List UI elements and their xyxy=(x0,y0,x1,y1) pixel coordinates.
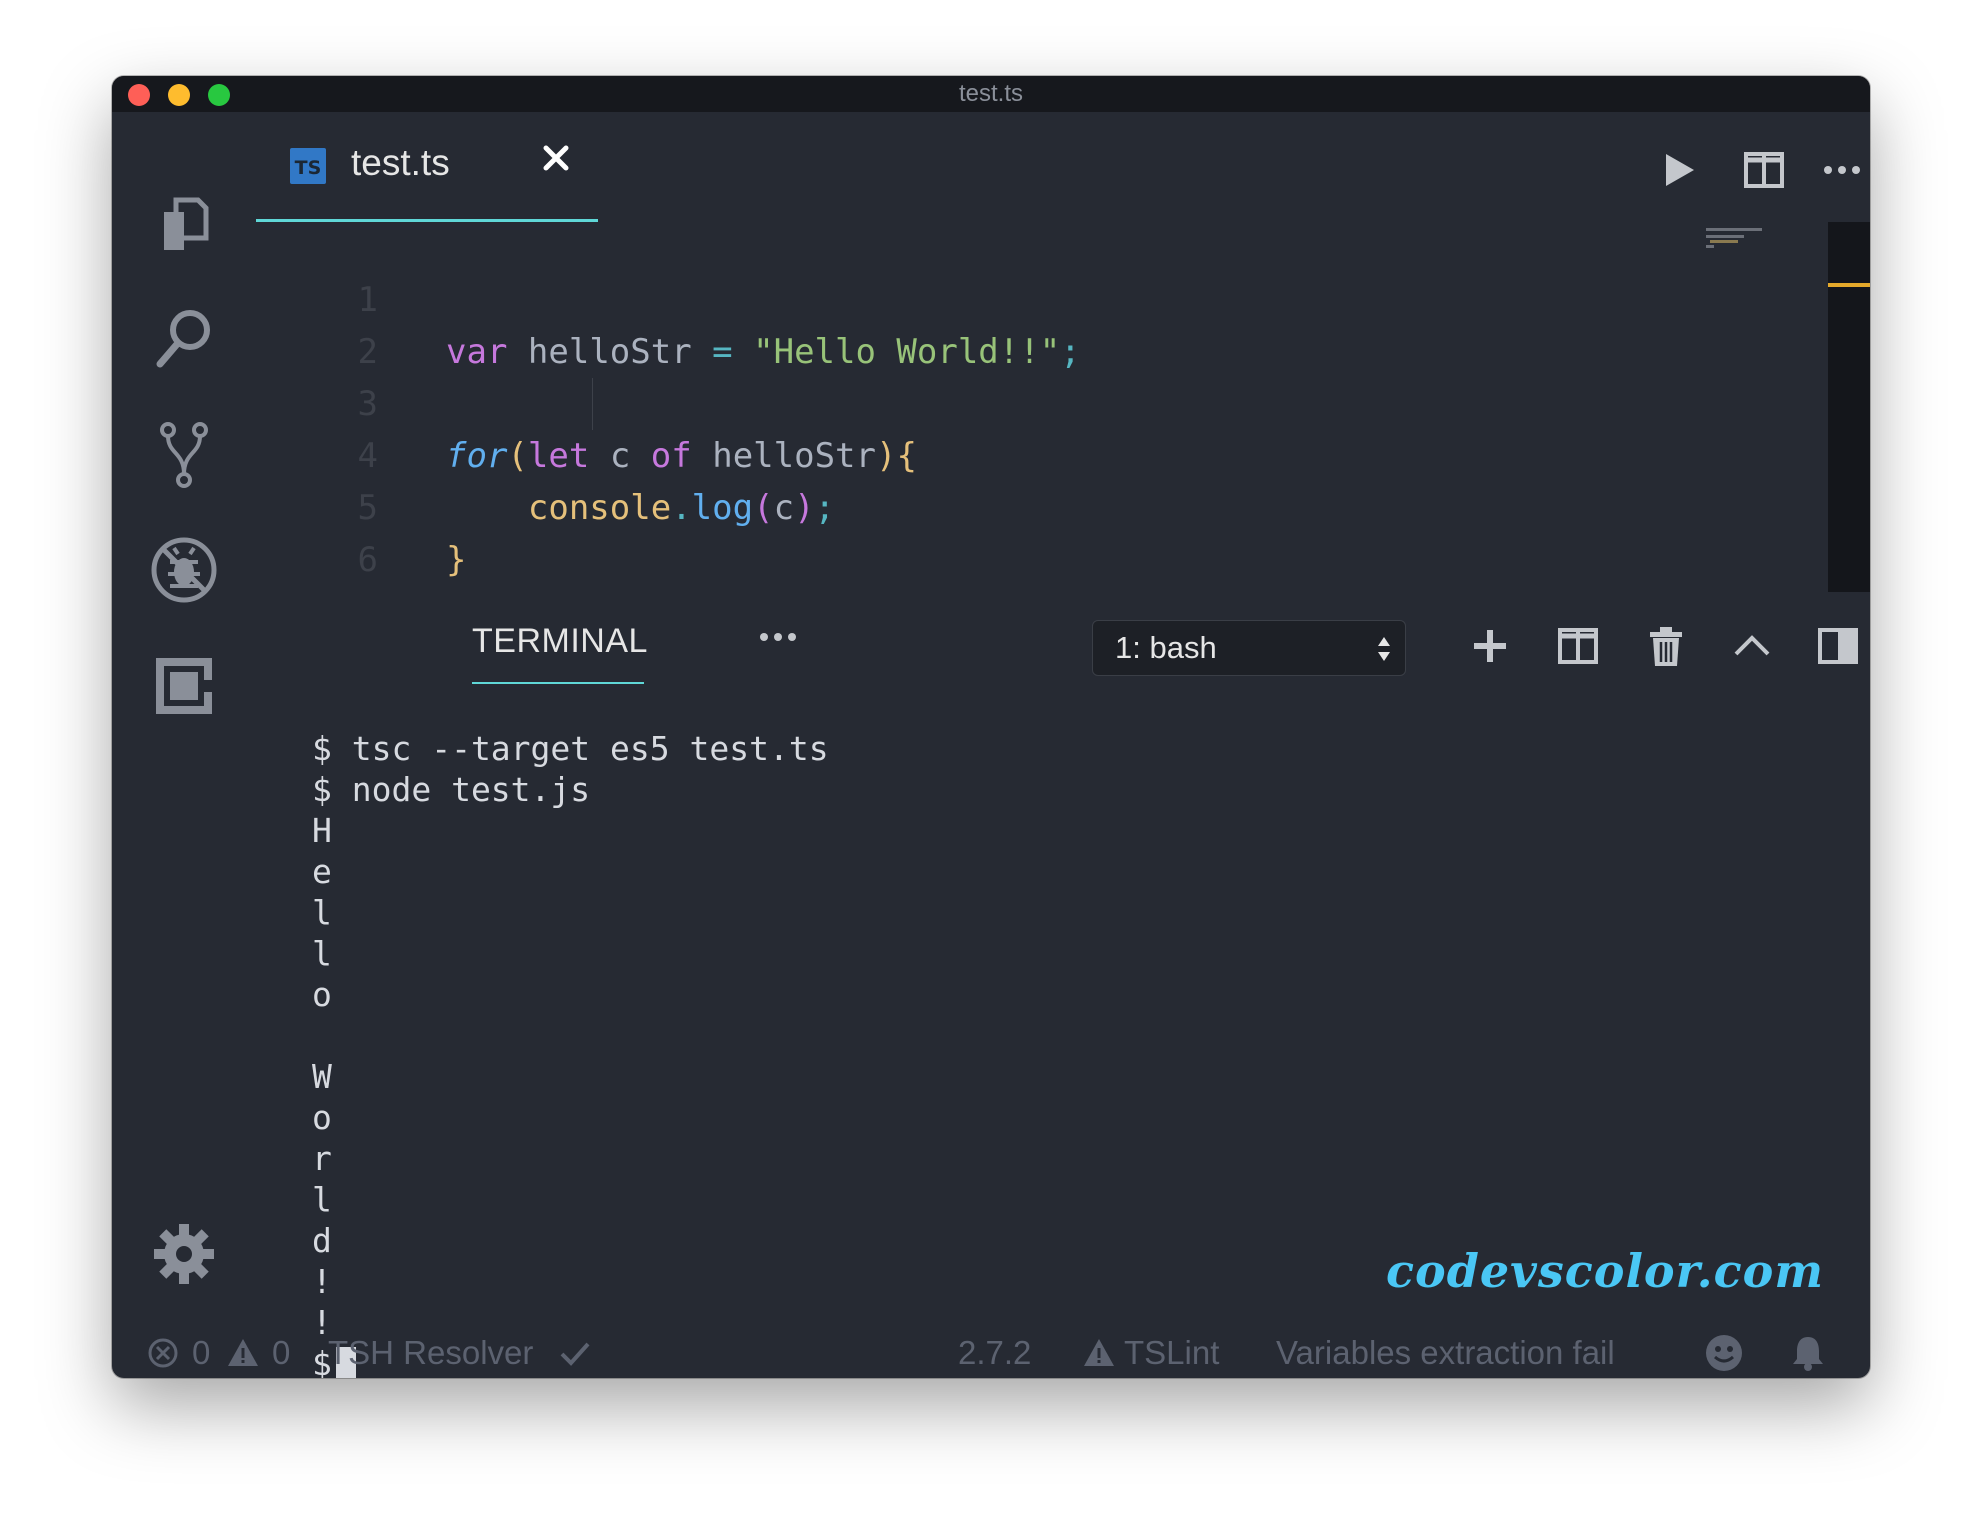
warning-icon[interactable] xyxy=(226,1336,260,1370)
maximize-window-button[interactable] xyxy=(208,84,230,106)
activity-bar xyxy=(112,112,256,1328)
terminal-line: e xyxy=(312,852,332,891)
run-icon[interactable] xyxy=(1656,148,1700,192)
search-icon[interactable] xyxy=(148,302,220,374)
line-number: 6 xyxy=(357,540,378,580)
terminal-line: o xyxy=(312,1098,332,1137)
scrollbar-marker xyxy=(1828,283,1870,287)
terminal-line: H xyxy=(312,811,332,850)
indent-guide xyxy=(592,378,593,430)
terminal-line: r xyxy=(312,1139,332,1178)
panel-header: TERMINAL 1: bash xyxy=(256,592,1870,688)
terminal-line: o xyxy=(312,975,332,1014)
code-line: 4 console.log(c); xyxy=(256,378,1756,528)
files-icon[interactable] xyxy=(148,188,220,260)
active-panel-indicator xyxy=(472,682,644,684)
editor-actions xyxy=(1610,112,1870,222)
debug-icon[interactable] xyxy=(148,534,220,606)
check-icon xyxy=(560,1342,590,1366)
warning-count[interactable]: 0 xyxy=(272,1328,290,1378)
code-line: 1 var helloStr = "Hello World!!"; xyxy=(256,222,1756,372)
terminal-select-value: 1: bash xyxy=(1115,630,1217,665)
source-control-icon[interactable] xyxy=(148,418,220,490)
split-editor-icon[interactable] xyxy=(1742,148,1786,192)
error-count[interactable]: 0 xyxy=(192,1328,210,1378)
extensions-icon[interactable] xyxy=(148,650,220,722)
more-actions-icon[interactable] xyxy=(756,622,800,652)
code-line: 6 xyxy=(256,482,1756,580)
bell-icon[interactable] xyxy=(1788,1333,1828,1373)
chevron-up-icon[interactable] xyxy=(1730,624,1774,668)
warning-icon xyxy=(1084,1339,1114,1366)
code-line: 5 } xyxy=(256,430,1756,580)
split-terminal-icon[interactable] xyxy=(1556,624,1600,668)
terminal-line: l xyxy=(312,893,332,932)
error-icon[interactable] xyxy=(146,1336,180,1370)
typescript-file-icon: TS xyxy=(290,148,326,184)
code-line: 2 xyxy=(256,274,1756,372)
code-line: 3 for(let c of helloStr){ xyxy=(256,326,1756,476)
feedback-smiley-icon[interactable] xyxy=(1704,1333,1744,1373)
typescript-version[interactable]: 2.7.2 xyxy=(958,1328,1031,1378)
editor-scrollbar[interactable] xyxy=(1828,222,1870,592)
title-bar: test.ts xyxy=(112,76,1870,112)
terminal-line: $ node test.js xyxy=(312,770,591,809)
tab-test-ts[interactable]: TS test.ts xyxy=(256,112,598,222)
tab-label: test.ts xyxy=(351,142,450,183)
terminal-line: l xyxy=(312,934,332,973)
terminal-line: $ tsc --target es5 test.ts xyxy=(312,729,829,768)
tab-terminal[interactable]: TERMINAL xyxy=(472,622,648,661)
tsh-resolver-label: TSH Resolver xyxy=(328,1334,534,1371)
code-editor[interactable]: 1 var helloStr = "Hello World!!"; 2 3 fo… xyxy=(256,222,1756,592)
tslint-status[interactable]: TSLint xyxy=(1124,1328,1219,1378)
more-actions-icon[interactable] xyxy=(1820,148,1864,192)
new-terminal-icon[interactable] xyxy=(1468,624,1512,668)
watermark: codevscolor.com xyxy=(1386,1244,1824,1298)
tsh-resolver-status[interactable]: TSH Resolver xyxy=(328,1328,533,1378)
terminal-line: l xyxy=(312,1180,332,1219)
select-arrows-icon xyxy=(1378,637,1390,661)
vscode-window: test.ts TS test.ts 1 var helloStr = "Hel… xyxy=(112,76,1870,1378)
editor-tabs: TS test.ts xyxy=(256,112,1870,222)
toggle-panel-icon[interactable] xyxy=(1816,624,1860,668)
close-window-button[interactable] xyxy=(128,84,150,106)
terminal-select[interactable]: 1: bash xyxy=(1092,620,1406,676)
minimize-window-button[interactable] xyxy=(168,84,190,106)
terminal-line: W xyxy=(312,1057,332,1096)
status-message[interactable]: Variables extraction fail xyxy=(1276,1328,1615,1378)
gear-icon[interactable] xyxy=(148,1218,220,1290)
window-title: test.ts xyxy=(958,80,1024,107)
status-bar: 0 0 TSH Resolver 2.7.2 TSLint Variables … xyxy=(112,1328,1870,1378)
trash-icon[interactable] xyxy=(1644,624,1688,668)
minimap[interactable] xyxy=(1706,226,1766,250)
close-icon[interactable] xyxy=(536,138,576,178)
